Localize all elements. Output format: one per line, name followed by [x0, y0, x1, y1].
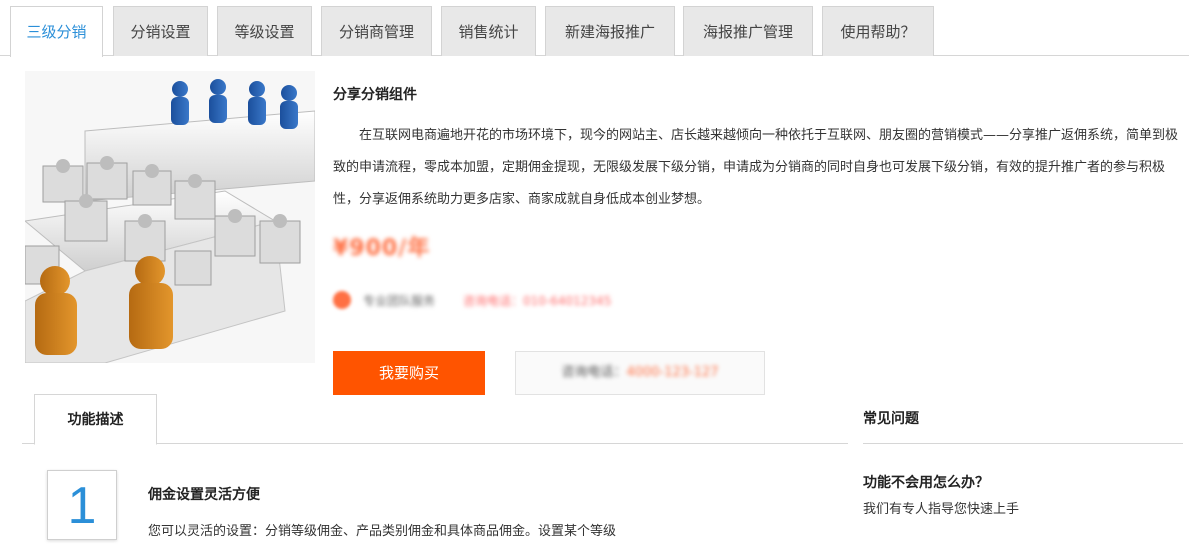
feature-description: 您可以灵活的设置：分销等级佣金、产品类别佣金和具体商品佣金。设置某个等级 — [148, 524, 617, 539]
feature-number-box: 1 — [47, 470, 117, 540]
feature-title: 佣金设置灵活方便 — [148, 487, 260, 503]
tab-level-settings[interactable]: 等级设置 — [217, 6, 312, 56]
hotline-box: 咨询电话：4000-123-127 — [515, 351, 765, 395]
faq-header: 常见问题 — [863, 394, 1183, 444]
feature-number: 1 — [67, 477, 97, 535]
faq-answer: 我们有专人指导您快速上手 — [863, 502, 1020, 517]
buy-button[interactable]: 我要购买 — [333, 351, 485, 395]
tab-help[interactable]: 使用帮助？ — [822, 6, 934, 56]
tab-distributor-management[interactable]: 分销商管理 — [321, 6, 432, 56]
function-section-header: 功能描述 — [22, 394, 848, 445]
faq-question[interactable]: 功能不会用怎么办？ — [863, 472, 989, 492]
product-description: 在互联网电商遍地开花的市场环境下，现今的网站主、店长越来越倾向一种依托于互联网、… — [333, 128, 1179, 207]
tab-three-level-distribution[interactable]: 三级分销 — [10, 6, 103, 57]
tab-new-poster-promotion[interactable]: 新建海报推广 — [545, 6, 675, 56]
faq-title: 常见问题 — [863, 411, 919, 427]
tab-poster-promotion-management[interactable]: 海报推广管理 — [683, 6, 813, 56]
product-price: ¥900/年 — [333, 236, 431, 261]
service-dot-icon — [333, 291, 351, 309]
product-title: 分享分销组件 — [333, 87, 417, 103]
hotline-number: 4000-123-127 — [626, 365, 719, 380]
tab-distribution-settings[interactable]: 分销设置 — [113, 6, 208, 56]
consult-text: 咨询电话：010-64012345 — [463, 293, 612, 308]
people-puzzle-illustration-icon — [25, 71, 315, 363]
tab-function-description[interactable]: 功能描述 — [34, 394, 157, 445]
hotline-label: 咨询电话： — [561, 365, 627, 380]
tab-bar: 三级分销 分销设置 等级设置 分销商管理 销售统计 新建海报推广 海报推广管理 … — [0, 0, 1189, 57]
hero-image — [25, 71, 315, 363]
product-info-row: 专业团队服务 咨询电话：010-64012345 — [333, 290, 611, 310]
tab-sales-statistics[interactable]: 销售统计 — [441, 6, 536, 56]
service-text: 专业团队服务 — [363, 293, 436, 308]
